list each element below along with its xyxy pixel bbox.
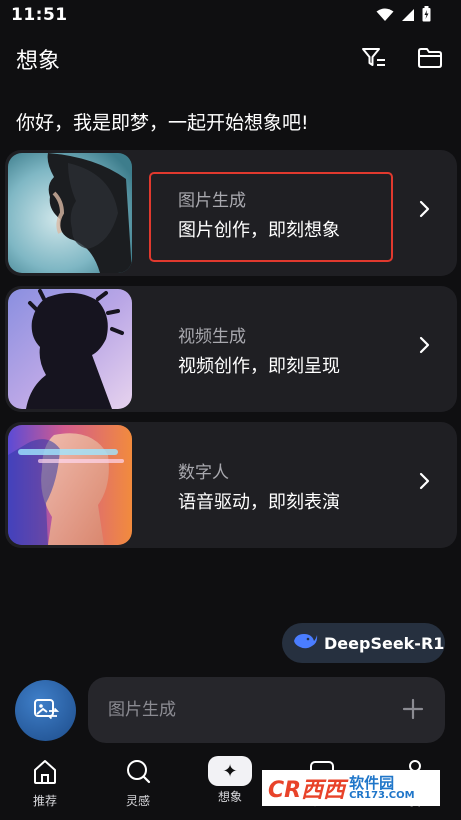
- signal-icon: [401, 7, 415, 26]
- home-icon: [31, 756, 59, 790]
- whale-icon: [292, 631, 318, 655]
- video-generation-thumbnail: [8, 289, 132, 409]
- watermark-url: CR173.COM: [349, 789, 415, 801]
- nav-label: 灵感: [125, 794, 150, 808]
- prompt-input[interactable]: [106, 695, 380, 725]
- search-icon: [124, 756, 152, 790]
- battery-icon: [422, 6, 431, 26]
- filter-icon: [361, 46, 387, 74]
- image-swap-icon: [33, 697, 59, 725]
- nav-label: 想象: [217, 790, 242, 804]
- model-label: DeepSeek-R1: [324, 633, 445, 653]
- status-bar: 11:51: [0, 0, 461, 32]
- image-upload-button[interactable]: [15, 680, 76, 741]
- app-header: 想象: [0, 40, 461, 80]
- add-icon[interactable]: [401, 697, 425, 725]
- card-title: 数字人: [178, 463, 229, 483]
- nav-label: 推荐: [32, 794, 57, 808]
- nav-item-inspiration[interactable]: 灵感: [108, 756, 168, 816]
- prompt-box[interactable]: [88, 677, 445, 743]
- digital-human-thumbnail: [8, 425, 132, 545]
- chevron-right-icon: [419, 336, 431, 358]
- card-subtitle: 视频创作，即刻呈现: [178, 356, 340, 377]
- watermark-cn: 软件园: [349, 773, 395, 792]
- status-time: 11:51: [11, 5, 68, 25]
- highlight-box: [149, 172, 393, 262]
- filter-button[interactable]: [360, 46, 388, 74]
- folder-button[interactable]: [416, 46, 444, 74]
- wifi-icon: [376, 7, 394, 26]
- watermark-side: 软件园 CR173.COM: [349, 773, 415, 801]
- nav-item-imagine[interactable]: ✦ 想象: [200, 756, 260, 816]
- status-icons: [376, 6, 431, 26]
- chevron-right-icon: [419, 472, 431, 494]
- image-generation-thumbnail: [8, 153, 132, 273]
- card-video-generation[interactable]: 视频生成 视频创作，即刻呈现: [5, 286, 457, 412]
- page-title: 想象: [16, 49, 61, 74]
- chevron-right-icon: [419, 200, 431, 222]
- sparkle-icon: ✦: [208, 756, 252, 786]
- watermark-logo: CR西西 软件园 CR173.COM: [262, 770, 440, 806]
- nav-item-recommend[interactable]: 推荐: [15, 756, 75, 816]
- card-title: 视频生成: [178, 327, 246, 347]
- card-image-generation[interactable]: 图片生成 图片创作，即刻想象: [5, 150, 457, 276]
- card-subtitle: 语音驱动，即刻表演: [178, 492, 340, 513]
- greeting-text: 你好，我是即梦，一起开始想象吧!: [16, 112, 309, 134]
- model-selector-button[interactable]: DeepSeek-R1: [282, 623, 445, 663]
- card-digital-human[interactable]: 数字人 语音驱动，即刻表演: [5, 422, 457, 548]
- folder-icon: [417, 46, 443, 74]
- watermark-main: CR西西: [268, 778, 346, 803]
